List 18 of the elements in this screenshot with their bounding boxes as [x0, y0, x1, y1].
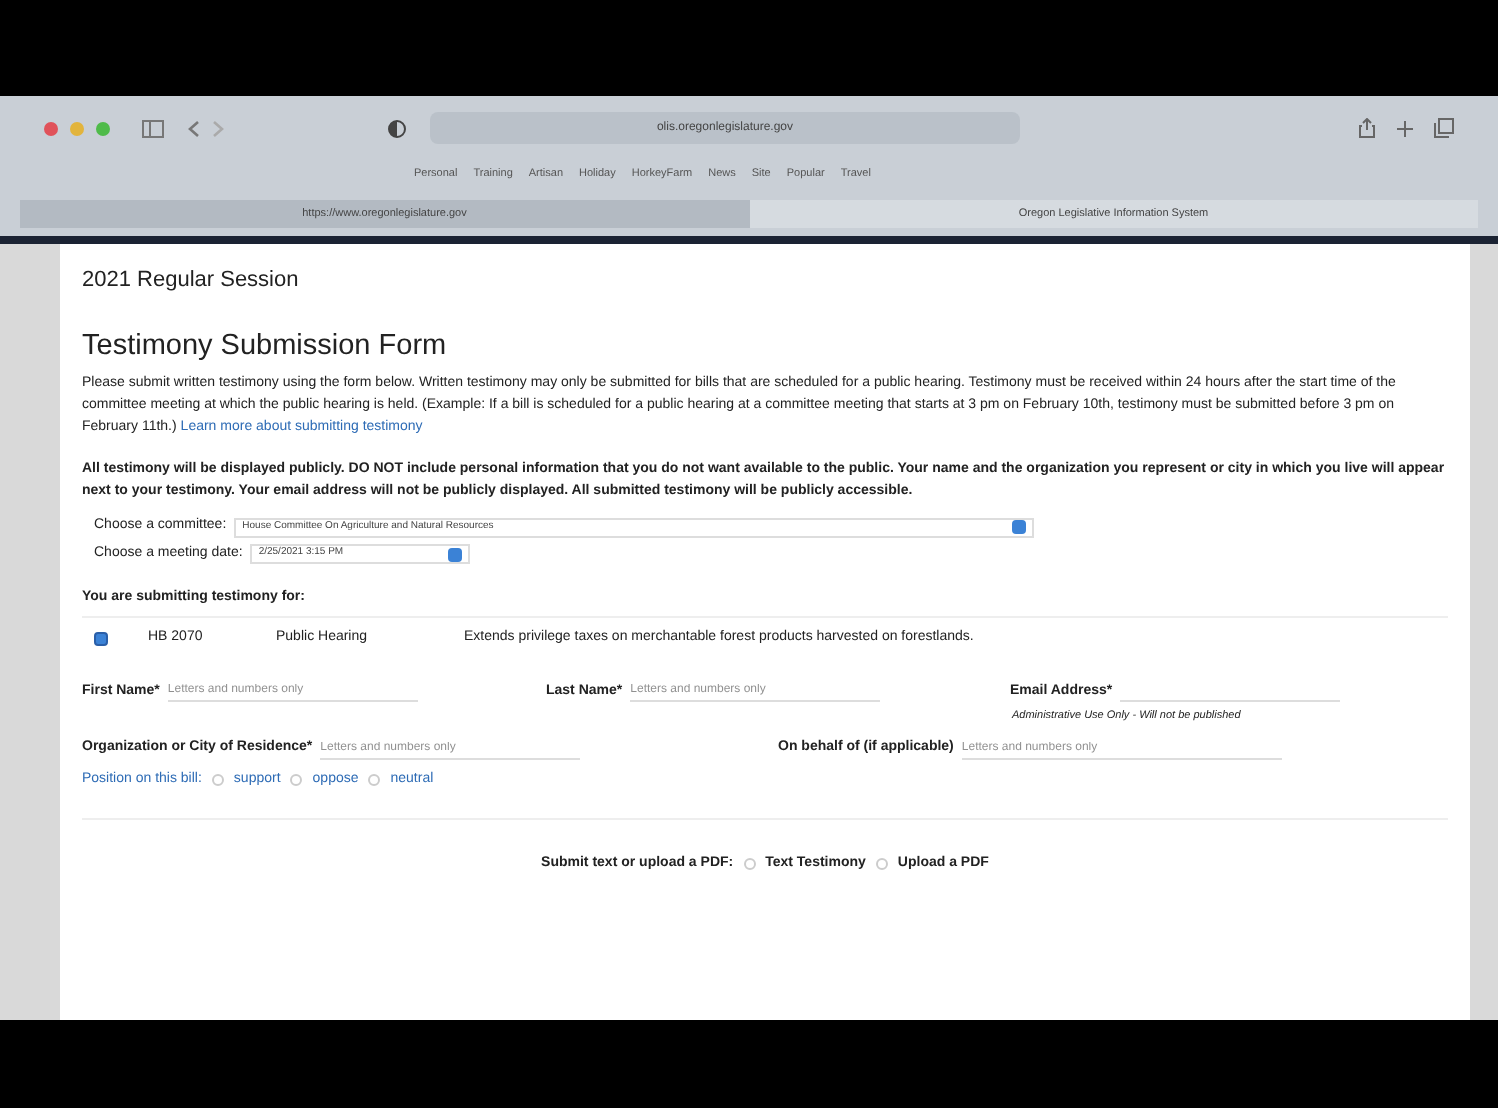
- privacy-icon[interactable]: [388, 119, 406, 137]
- sidebar-icon[interactable]: [142, 119, 164, 137]
- radio-button[interactable]: [368, 773, 381, 786]
- minimize-window-icon[interactable]: [70, 121, 84, 135]
- plus-icon[interactable]: [1396, 119, 1414, 137]
- zoom-window-icon[interactable]: [96, 121, 110, 135]
- form-title: Testimony Submission Form: [82, 327, 449, 365]
- radio-button[interactable]: [211, 773, 224, 786]
- checkbox[interactable]: [94, 631, 108, 645]
- share-icon[interactable]: [1358, 118, 1376, 138]
- forward-icon[interactable]: [212, 119, 224, 137]
- radio-button[interactable]: [743, 858, 756, 871]
- back-icon[interactable]: [188, 119, 200, 137]
- radio-button[interactable]: [290, 773, 303, 786]
- close-window-icon[interactable]: [44, 121, 58, 135]
- radio-button[interactable]: [875, 858, 888, 871]
- tabs-overview-icon[interactable]: [1434, 118, 1454, 138]
- session-label: 2021 Regular Session: [82, 266, 301, 296]
